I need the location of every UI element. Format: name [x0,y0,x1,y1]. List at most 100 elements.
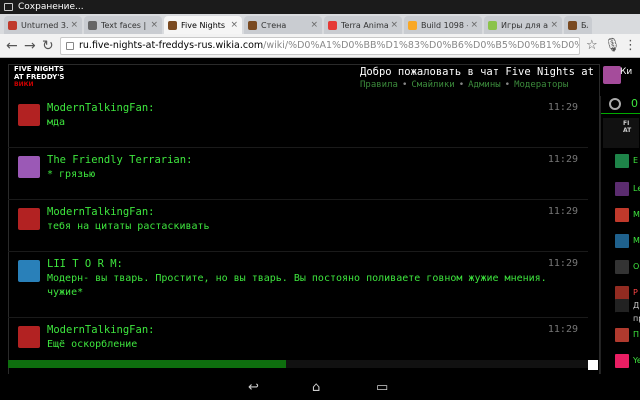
browser-tab[interactable]: Игры для андр× [484,16,562,34]
tab-close-icon[interactable]: × [150,20,158,30]
browser-tab[interactable]: Five Nights at× [164,16,242,34]
chat-header-link[interactable]: Модераторы [514,80,568,90]
browser-tab[interactable]: Build 1098 — 2× [404,16,482,34]
link-separator: • [458,80,465,90]
chat-header-link[interactable]: Админы [468,80,501,90]
message-timestamp: 11:29 [547,154,578,165]
user-list-panel: 0 FIAT Е Le М М О РДпр П Ye [600,96,640,374]
sidebar-user-avatar[interactable] [615,182,629,196]
sidebar-user-name[interactable]: Д [633,301,639,310]
reload-icon[interactable]: ↻ [42,37,54,55]
page-info-icon [66,42,74,50]
sidebar-user-name[interactable]: Е [633,156,638,165]
message-author[interactable]: ModernTalkingFan: [47,102,154,114]
message-text: * грязью [47,169,96,180]
tab-close-icon[interactable]: × [70,20,78,30]
wiki-room-entry[interactable]: FI AT [603,118,639,148]
chat-header-link[interactable]: Смайлики [411,80,454,90]
forward-icon[interactable]: → [24,37,36,55]
url-path: /wiki/%D0%A1%D0%BB%D1%83%D0%B6%D0%B5%D0%… [263,40,579,51]
user-list-header: 0 [601,96,640,114]
link-separator: • [401,80,408,90]
chat-header-link[interactable]: Правила [360,80,398,90]
microphone-icon[interactable]: 🎙 [604,37,621,55]
sidebar-user-name[interactable]: Ye [633,356,640,365]
sidebar-user-name[interactable]: М [633,210,640,219]
message-text: Ещё оскорбление [47,339,138,350]
tab-favicon-icon [568,20,577,30]
recents-nav-icon[interactable]: ▭ [376,380,388,395]
logo-line2: AT FREDDY'S [14,73,65,81]
message-timestamp: 11:29 [547,258,578,269]
message-author[interactable]: The Friendly Terrarian: [47,154,192,166]
tab-close-icon[interactable]: × [470,20,478,30]
tab-favicon-icon [328,20,337,30]
sidebar-user-name[interactable]: Р [633,288,638,297]
user-avatar[interactable] [18,326,40,348]
tab-close-icon[interactable]: × [390,20,398,30]
home-nav-icon[interactable]: ⌂ [312,380,320,395]
sidebar-user-name[interactable]: пр [633,314,640,323]
tab-label: Terra Animatio [341,20,389,30]
sidebar-user-avatar[interactable] [615,299,629,313]
sidebar-user-name[interactable]: П [633,330,639,339]
browser-tab[interactable]: Стена × [244,16,322,34]
tab-close-icon[interactable]: × [310,20,318,30]
sidebar-user-name[interactable]: О [633,262,639,271]
url-field[interactable]: ru.five-nights-at-freddys-rus.wikia.com/… [60,37,580,55]
android-nav-bar: ↩ ⌂ ▭ [0,374,640,400]
tab-label: Стена [261,20,287,30]
message-author[interactable]: ModernTalkingFan: [47,324,154,336]
input-progress-fill [8,360,286,368]
browser-tab[interactable]: Unturned 3.0 -× [4,16,82,34]
tab-favicon-icon [248,20,257,30]
tab-label: Five Nights at [181,20,228,30]
sidebar-user-name[interactable]: Le [633,184,640,193]
user-avatar[interactable] [18,104,40,126]
message-divider [8,147,588,148]
browser-tab[interactable]: Бл [564,16,592,34]
message-text: тебя на цитаты растаскивать [47,221,210,232]
chat-welcome-title: Добро пожаловать в чат Five Nights at Fr… [360,66,600,78]
sidebar-user-name[interactable]: М [633,236,640,245]
sidebar-user-avatar[interactable] [615,328,629,342]
message-author[interactable]: ModernTalkingFan: [47,206,154,218]
tab-favicon-icon [8,20,17,30]
message-text: мда [47,117,66,128]
current-user-avatar[interactable] [603,66,621,84]
tab-favicon-icon [88,20,97,30]
address-bar-row: ← → ↻ ru.five-nights-at-freddys-rus.wiki… [0,34,640,58]
tab-label: Text faces | Twi [101,20,148,30]
message-divider [8,199,588,200]
tab-favicon-icon [168,20,177,30]
sidebar-user-avatar[interactable] [615,234,629,248]
message-list[interactable]: ModernTalkingFan: мда 11:29 The Friendly Te… [8,96,588,358]
sidebar-user-avatar[interactable] [615,154,629,168]
chat-input-bar[interactable] [8,360,592,368]
sidebar-user-avatar[interactable] [615,208,629,222]
tab-label: Build 1098 — 2 [421,20,468,30]
back-icon[interactable]: ← [6,37,18,55]
browser-tab[interactable]: Text faces | Twi× [84,16,162,34]
tab-close-icon[interactable]: × [550,20,558,30]
sidebar-user-avatar[interactable] [615,286,629,300]
back-nav-icon[interactable]: ↩ [248,380,259,395]
sidebar-user-avatar[interactable] [615,354,629,368]
tab-label: Бл [581,20,588,30]
user-avatar[interactable] [18,208,40,230]
message-author[interactable]: LII T O R M: [47,258,123,270]
message-divider [8,317,588,318]
settings-icon[interactable] [609,98,621,110]
message-divider [8,251,588,252]
user-avatar[interactable] [18,156,40,178]
sidebar-user-avatar[interactable] [615,312,629,326]
wiki-logo[interactable]: FIVE NIGHTS AT FREDDY'S ВИКИ [12,65,90,93]
tab-favicon-icon [408,20,417,30]
menu-icon[interactable]: ⋮ [624,37,637,55]
tab-label: Игры для андр [501,20,549,30]
browser-tab[interactable]: Terra Animatio× [324,16,402,34]
sidebar-user-avatar[interactable] [615,260,629,274]
tab-close-icon[interactable]: × [230,20,238,30]
user-avatar[interactable] [18,260,40,282]
bookmark-star-icon[interactable]: ☆ [586,37,598,55]
